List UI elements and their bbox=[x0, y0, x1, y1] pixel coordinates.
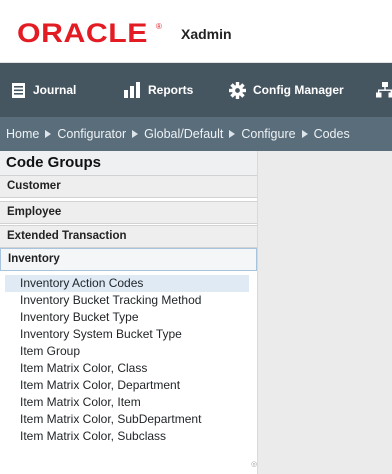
list-item[interactable]: Item Group bbox=[5, 343, 249, 360]
reports-bar-chart-icon bbox=[124, 82, 140, 98]
breadcrumb-separator-icon bbox=[45, 130, 52, 138]
list-item[interactable]: Item Matrix Color, Department bbox=[5, 377, 249, 394]
nav-reports[interactable]: Reports bbox=[124, 63, 193, 117]
sitemap-icon bbox=[376, 81, 392, 97]
gear-icon bbox=[229, 81, 246, 99]
code-groups-panel: Code Groups Customer Employee Extended T… bbox=[0, 151, 258, 474]
list-item[interactable]: Inventory System Bucket Type bbox=[5, 326, 249, 343]
app-header: ORACLE ® Xadmin bbox=[0, 0, 392, 63]
breadcrumb-global-default[interactable]: Global/Default bbox=[144, 127, 223, 141]
list-item[interactable]: Inventory Bucket Tracking Method bbox=[5, 292, 249, 309]
breadcrumb-configurator[interactable]: Configurator bbox=[57, 127, 126, 141]
group-employee[interactable]: Employee bbox=[0, 201, 257, 224]
registered-mark: ® bbox=[156, 22, 162, 31]
scroll-down-icon[interactable]: ◎ bbox=[251, 460, 257, 468]
list-item-inventory-action-codes[interactable]: Inventory Action Codes bbox=[5, 275, 249, 292]
list-item[interactable]: Item Matrix Color, Subclass bbox=[5, 428, 249, 445]
breadcrumb-separator-icon bbox=[229, 130, 236, 138]
nav-sitemap[interactable] bbox=[376, 63, 392, 117]
code-detail-panel bbox=[258, 151, 392, 474]
breadcrumb-separator-icon bbox=[301, 130, 308, 138]
oracle-logo-text: ORACLE bbox=[17, 18, 149, 48]
list-item[interactable]: Item Matrix Color, Item bbox=[5, 394, 249, 411]
breadcrumb-bar: Home Configurator Global/Default Configu… bbox=[0, 117, 392, 151]
nav-config-manager-label: Config Manager bbox=[253, 83, 344, 97]
list-item[interactable]: Item Matrix Color, SubDepartment bbox=[5, 411, 249, 428]
oracle-logo: ORACLE ® Xadmin bbox=[17, 20, 232, 47]
group-extended-transaction[interactable]: Extended Transaction bbox=[0, 225, 257, 248]
group-customer[interactable]: Customer bbox=[0, 175, 257, 198]
nav-journal[interactable]: Journal bbox=[11, 63, 76, 117]
breadcrumb: Home Configurator Global/Default Configu… bbox=[6, 117, 350, 151]
group-inventory[interactable]: Inventory bbox=[0, 248, 257, 271]
list-item[interactable]: Item Matrix Color, Class bbox=[5, 360, 249, 377]
journal-icon bbox=[12, 82, 25, 98]
list-item[interactable]: Inventory Bucket Type bbox=[5, 309, 249, 326]
nav-reports-label: Reports bbox=[148, 83, 194, 97]
breadcrumb-separator-icon bbox=[132, 130, 139, 138]
breadcrumb-home[interactable]: Home bbox=[6, 127, 39, 141]
code-groups-title: Code Groups bbox=[0, 151, 257, 175]
app-name: Xadmin bbox=[181, 26, 232, 42]
code-list: Inventory Action Codes Inventory Bucket … bbox=[5, 275, 250, 474]
breadcrumb-codes: Codes bbox=[313, 127, 350, 141]
main-navbar: Journal Reports Config Manager bbox=[0, 63, 392, 117]
nav-journal-label: Journal bbox=[33, 83, 77, 97]
breadcrumb-configure[interactable]: Configure bbox=[241, 127, 295, 141]
nav-config-manager[interactable]: Config Manager bbox=[229, 63, 344, 117]
